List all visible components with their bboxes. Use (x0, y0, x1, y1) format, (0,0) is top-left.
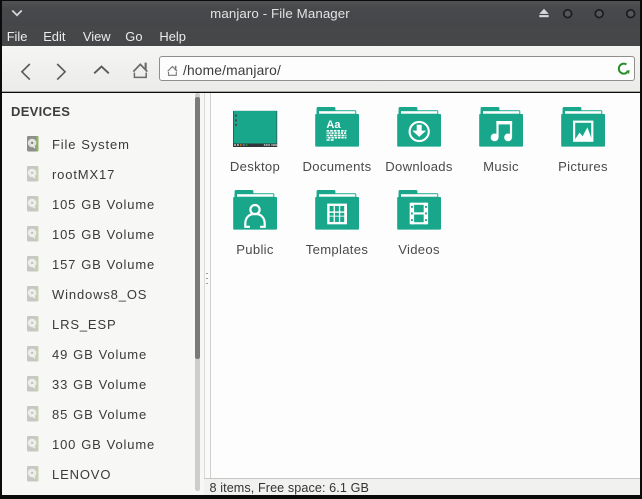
svg-text:Aa: Aa (326, 119, 341, 131)
